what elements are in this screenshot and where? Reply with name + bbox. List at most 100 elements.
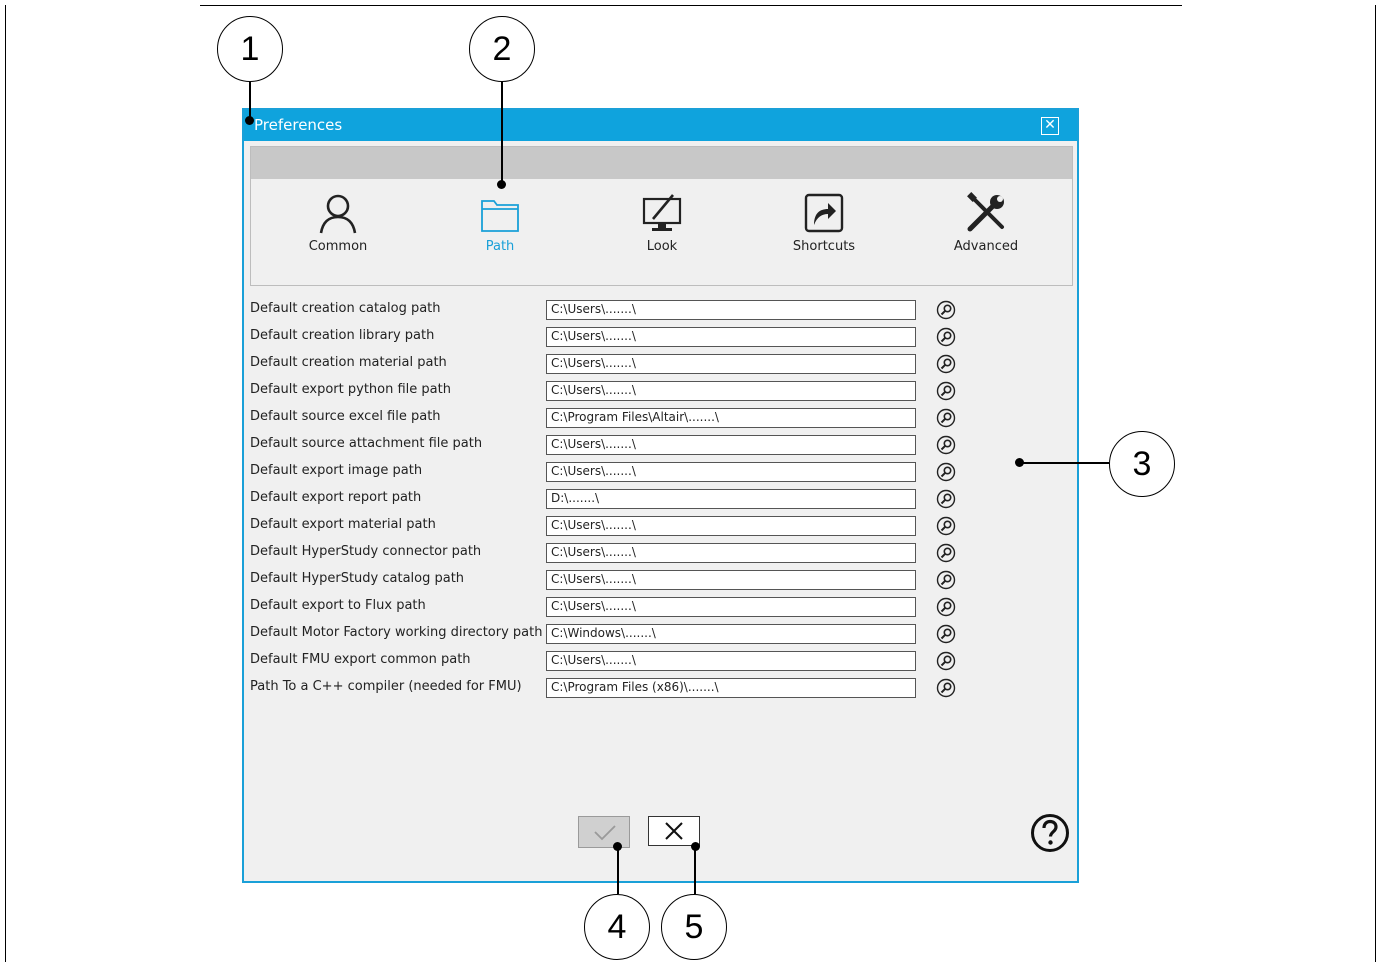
tab-label-common: Common <box>308 239 368 254</box>
browse-search-icon[interactable] <box>936 678 956 698</box>
tools-icon <box>967 192 1004 232</box>
path-row: Default FMU export common path C:\Users\… <box>244 649 1077 676</box>
browse-search-icon[interactable] <box>936 597 956 617</box>
path-row: Path To a C++ compiler (needed for FMU) … <box>244 676 1077 703</box>
tab-advanced[interactable]: Advanced <box>926 191 1046 271</box>
path-label: Default creation library path <box>250 328 435 343</box>
callout-4-dot <box>613 842 622 851</box>
browse-search-icon[interactable] <box>936 354 956 374</box>
path-label: Default creation catalog path <box>250 301 441 316</box>
tab-label-advanced: Advanced <box>953 239 1019 254</box>
frame-top-line <box>200 5 1182 6</box>
folder-icon <box>481 200 519 232</box>
path-input[interactable]: C:\Users\.......\ <box>546 516 916 536</box>
browse-search-icon[interactable] <box>936 381 956 401</box>
path-label: Default Motor Factory working directory … <box>250 625 543 640</box>
path-row: Default source excel file path C:\Progra… <box>244 406 1077 433</box>
callout-5: 5 <box>661 894 727 960</box>
user-icon <box>319 194 357 234</box>
browse-search-icon[interactable] <box>936 408 956 428</box>
callout-1: 1 <box>217 16 283 82</box>
browse-search-icon[interactable] <box>936 543 956 563</box>
frame-right-line <box>1375 5 1376 962</box>
path-input[interactable]: C:\Program Files (x86)\.......\ <box>546 678 916 698</box>
path-label: Path To a C++ compiler (needed for FMU) <box>250 679 522 694</box>
path-input[interactable]: C:\Users\.......\ <box>546 597 916 617</box>
path-input[interactable]: C:\Users\.......\ <box>546 381 916 401</box>
cancel-button[interactable] <box>648 816 700 846</box>
path-label: Default export report path <box>250 490 422 505</box>
browse-search-icon[interactable] <box>936 327 956 347</box>
shortcut-icon <box>804 193 844 233</box>
callout-4-leader <box>617 846 619 894</box>
category-toolbar: Common Path Look Shortcuts Advanced <box>250 146 1073 286</box>
tab-common[interactable]: Common <box>278 191 398 271</box>
callout-1-dot <box>245 116 254 125</box>
path-label: Default HyperStudy connector path <box>250 544 482 559</box>
path-row: Default export image path C:\Users\.....… <box>244 460 1077 487</box>
path-input[interactable]: C:\Users\.......\ <box>546 435 916 455</box>
callout-2: 2 <box>469 16 535 82</box>
callout-2-dot <box>497 180 506 189</box>
tab-path[interactable]: Path <box>440 191 560 271</box>
path-row: Default Motor Factory working directory … <box>244 622 1077 649</box>
path-label: Default export to Flux path <box>250 598 426 613</box>
callout-3-leader <box>1020 462 1109 464</box>
path-label: Default creation material path <box>250 355 447 370</box>
path-input[interactable]: C:\Users\.......\ <box>546 570 916 590</box>
browse-search-icon[interactable] <box>936 570 956 590</box>
path-label: Default export material path <box>250 517 436 532</box>
path-row: Default HyperStudy catalog path C:\Users… <box>244 568 1077 595</box>
path-row: Default creation library path C:\Users\.… <box>244 325 1077 352</box>
path-input[interactable]: D:\.......\ <box>546 489 916 509</box>
path-input[interactable]: C:\Users\.......\ <box>546 327 916 347</box>
x-icon <box>665 822 683 840</box>
path-row: Default creation material path C:\Users\… <box>244 352 1077 379</box>
path-row: Default export material path C:\Users\..… <box>244 514 1077 541</box>
browse-search-icon[interactable] <box>936 300 956 320</box>
tab-look[interactable]: Look <box>602 191 722 271</box>
tab-label-look: Look <box>646 239 678 254</box>
path-input[interactable]: C:\Users\.......\ <box>546 651 916 671</box>
browse-search-icon[interactable] <box>936 462 956 482</box>
path-input[interactable]: C:\Users\.......\ <box>546 462 916 482</box>
tab-label-path: Path <box>485 239 515 254</box>
callout-4: 4 <box>584 894 650 960</box>
path-row: Default export to Flux path C:\Users\...… <box>244 595 1077 622</box>
toolbar-header <box>251 147 1072 179</box>
path-row: Default HyperStudy connector path C:\Use… <box>244 541 1077 568</box>
path-row: Default export python file path C:\Users… <box>244 379 1077 406</box>
browse-search-icon[interactable] <box>936 651 956 671</box>
path-input[interactable]: C:\Users\.......\ <box>546 300 916 320</box>
callout-2-leader <box>501 82 503 184</box>
callout-5-leader <box>694 846 696 894</box>
path-input[interactable]: C:\Windows\.......\ <box>546 624 916 644</box>
path-input[interactable]: C:\Users\.......\ <box>546 354 916 374</box>
callout-3: 3 <box>1109 431 1175 497</box>
browse-search-icon[interactable] <box>936 489 956 509</box>
title-bar: Preferences ✕ <box>244 110 1077 141</box>
callout-3-dot <box>1015 458 1024 467</box>
preferences-dialog: Preferences ✕ Common Path Look Shortcuts… <box>242 108 1079 883</box>
path-label: Default export python file path <box>250 382 451 397</box>
browse-search-icon[interactable] <box>936 624 956 644</box>
path-label: Default HyperStudy catalog path <box>250 571 465 586</box>
path-input[interactable]: C:\Users\.......\ <box>546 543 916 563</box>
path-row: Default export report path D:\.......\ <box>244 487 1077 514</box>
close-icon: ✕ <box>1044 117 1056 133</box>
ok-button[interactable] <box>578 816 630 848</box>
path-label: Default source excel file path <box>250 409 441 424</box>
path-label: Default source attachment file path <box>250 436 483 451</box>
close-button[interactable]: ✕ <box>1041 117 1059 135</box>
path-row: Default creation catalog path C:\Users\.… <box>244 298 1077 325</box>
help-icon[interactable] <box>1030 813 1070 853</box>
path-label: Default export image path <box>250 463 423 478</box>
browse-search-icon[interactable] <box>936 435 956 455</box>
tab-shortcuts[interactable]: Shortcuts <box>764 191 884 271</box>
path-input[interactable]: C:\Program Files\Altair\.......\ <box>546 408 916 428</box>
tab-label-shortcuts: Shortcuts <box>792 239 856 254</box>
browse-search-icon[interactable] <box>936 516 956 536</box>
display-icon <box>642 194 682 231</box>
path-label: Default FMU export common path <box>250 652 471 667</box>
callout-1-leader <box>249 82 251 120</box>
